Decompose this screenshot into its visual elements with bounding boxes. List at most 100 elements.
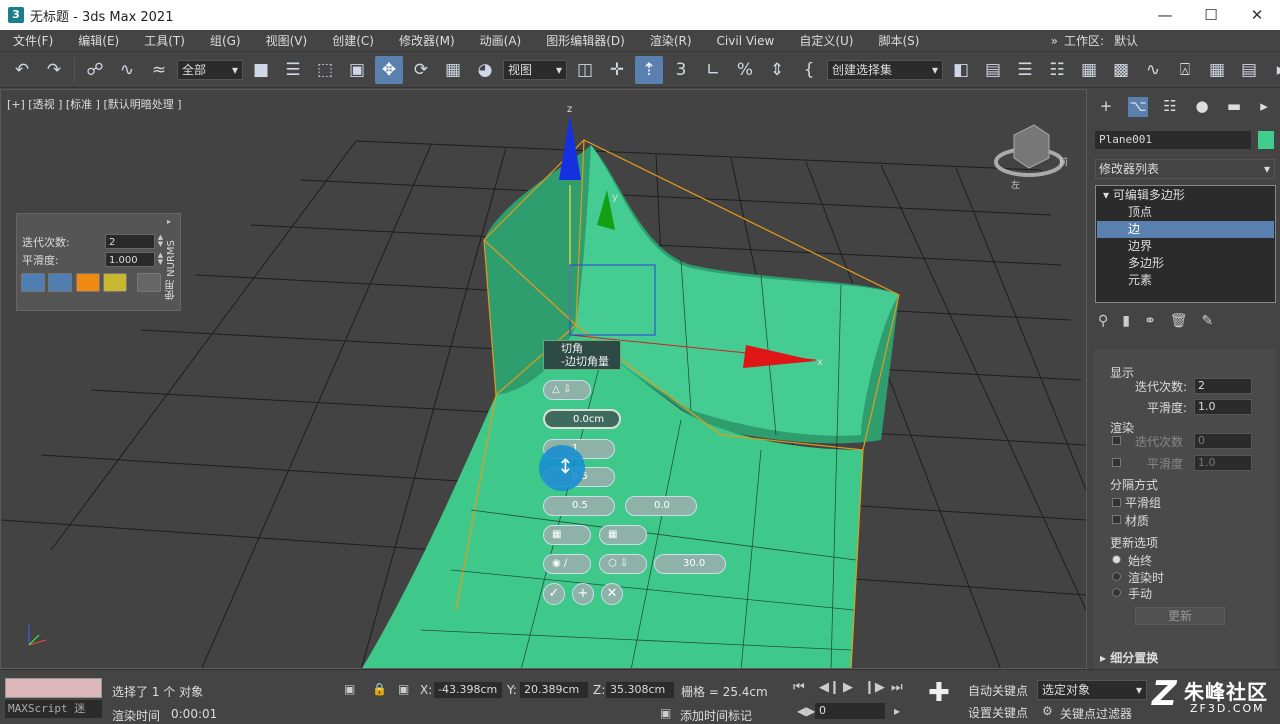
set-key-button[interactable]: 设置关键点 bbox=[968, 704, 1028, 721]
z-axis-cone[interactable] bbox=[559, 115, 581, 180]
render-iterations-checkbox[interactable] bbox=[1112, 436, 1121, 445]
menu-group[interactable]: 组(G) bbox=[197, 32, 253, 49]
edit-named-sets-icon[interactable]: { bbox=[795, 56, 823, 84]
stack-sub-polygon[interactable]: 多边形 bbox=[1097, 255, 1274, 272]
menu-customize[interactable]: 自定义(U) bbox=[786, 32, 865, 49]
nurms-smoothness-field[interactable]: 1.000 bbox=[105, 252, 155, 267]
menu-file[interactable]: 文件(F) bbox=[0, 32, 65, 49]
minimize-button[interactable]: — bbox=[1142, 0, 1188, 30]
menu-rendering[interactable]: 渲染(R) bbox=[637, 32, 704, 49]
panel-settings-icon[interactable] bbox=[137, 273, 161, 292]
rotate-icon[interactable]: ⟳ bbox=[407, 56, 435, 84]
render-iterations-field[interactable]: 0 bbox=[1194, 433, 1252, 449]
absolute-mode-icon[interactable]: ▣ bbox=[398, 682, 409, 696]
scene-canvas[interactable]: z y x 前 左 bbox=[1, 90, 1087, 669]
configure-sets-icon[interactable]: ✎ bbox=[1202, 313, 1214, 333]
chamfer-depth-field[interactable]: 0.5 bbox=[543, 496, 615, 516]
smooth-angle-field[interactable]: 30.0 bbox=[654, 554, 726, 574]
layer-explorer-icon[interactable]: ▦ bbox=[1075, 56, 1103, 84]
lock-icon[interactable]: 🔒 bbox=[372, 682, 387, 696]
key-filter-icon[interactable]: ⚙ bbox=[1042, 704, 1053, 718]
remove-modifier-icon[interactable]: 🗑 bbox=[1170, 313, 1188, 333]
viewcube[interactable]: 前 左 bbox=[994, 124, 1068, 191]
select-manipulate-icon[interactable]: ✛ bbox=[603, 56, 631, 84]
stack-sub-element[interactable]: 元素 bbox=[1097, 272, 1274, 289]
move-icon[interactable]: ✥ bbox=[375, 55, 403, 84]
quad-chamfer-button[interactable]: ▦ bbox=[599, 525, 647, 545]
chamfer-amount-field[interactable]: 0.0cm bbox=[543, 409, 621, 429]
workspace-select[interactable]: 默认 bbox=[1110, 31, 1272, 50]
maximize-button[interactable]: ☐ bbox=[1188, 0, 1234, 30]
named-selection-select[interactable]: 创建选择集 ▾ bbox=[827, 59, 943, 80]
time-tag-icon[interactable]: ▣ bbox=[660, 706, 671, 720]
current-frame-field[interactable]: 0 bbox=[815, 703, 885, 719]
auto-key-button[interactable]: 自动关键点 bbox=[968, 682, 1028, 699]
display-smoothness-field[interactable]: 1.0 bbox=[1194, 399, 1252, 415]
use-nurms-toggle[interactable]: 使用 NURMS bbox=[164, 230, 180, 310]
panel-expand-icon[interactable]: ▸ bbox=[167, 217, 171, 226]
snap-3d-icon[interactable]: 3 bbox=[667, 56, 695, 84]
isolate-icon[interactable]: ▣ bbox=[344, 682, 355, 696]
render-setup-icon[interactable]: ▤ bbox=[1235, 56, 1263, 84]
mirror-icon[interactable]: ◧ bbox=[947, 56, 975, 84]
mitre-type-button[interactable]: ▦ bbox=[543, 525, 591, 545]
coord-y-field[interactable]: 20.389cm bbox=[520, 682, 588, 698]
color-swatch-yellow[interactable] bbox=[103, 273, 127, 292]
keyboard-shortcut-toggle-icon[interactable]: ⇡ bbox=[635, 55, 663, 84]
goto-start-icon[interactable]: ⏮ bbox=[793, 680, 805, 695]
nurms-surface[interactable] bbox=[361, 145, 899, 669]
stack-root-item[interactable]: ▾ 可编辑多边形 bbox=[1097, 187, 1274, 204]
nurms-iterations-field[interactable]: 2 bbox=[105, 234, 155, 249]
menu-graph-editors[interactable]: 图形编辑器(D) bbox=[533, 32, 637, 49]
update-button[interactable]: 更新 bbox=[1135, 607, 1225, 625]
toolbar-more-icon[interactable]: ▸ bbox=[1267, 56, 1280, 84]
key-filters-button[interactable]: 关键点过滤器 bbox=[1060, 705, 1132, 722]
materials-checkbox[interactable] bbox=[1112, 515, 1121, 524]
key-mode-icon[interactable]: ◀▶ bbox=[797, 704, 815, 718]
show-end-result-icon[interactable]: ▮ bbox=[1122, 313, 1130, 333]
select-by-name-icon[interactable]: ☰ bbox=[279, 56, 307, 84]
update-when-rendering-radio[interactable] bbox=[1112, 572, 1121, 581]
menu-create[interactable]: 创建(C) bbox=[319, 32, 386, 49]
select-object-icon[interactable]: ■ bbox=[247, 56, 275, 84]
scene-explorer-icon[interactable]: ☷ bbox=[1043, 56, 1071, 84]
create-tab-icon[interactable]: + bbox=[1096, 97, 1116, 117]
color-swatch-orange[interactable] bbox=[76, 273, 100, 292]
smooth-toggle-button[interactable]: ◉ ∕ bbox=[543, 554, 591, 574]
curve-editor-icon[interactable]: ∿ bbox=[1139, 56, 1167, 84]
apply-continue-icon[interactable]: + bbox=[572, 583, 594, 605]
open-chamfer-button[interactable]: ⬡ ⇩ bbox=[599, 554, 647, 574]
object-color-swatch[interactable] bbox=[1258, 131, 1274, 149]
modifier-list-select[interactable]: 修改器列表 ▾ bbox=[1095, 159, 1275, 179]
viewport-label[interactable]: [+] [透视 ] [标准 ] [默认明暗处理 ] bbox=[7, 96, 182, 112]
scale-icon[interactable]: ▦ bbox=[439, 56, 467, 84]
render-smoothness-field[interactable]: 1.0 bbox=[1194, 455, 1252, 471]
menu-overflow-icon[interactable]: » bbox=[1051, 34, 1058, 48]
percent-snap-icon[interactable]: % bbox=[731, 56, 759, 84]
placement-icon[interactable]: ◕ bbox=[471, 56, 499, 84]
play-icon[interactable]: ▶ bbox=[843, 680, 853, 695]
menu-animation[interactable]: 动画(A) bbox=[467, 32, 534, 49]
utilities-tab-icon[interactable]: ▸ bbox=[1254, 97, 1274, 117]
coord-z-field[interactable]: 35.308cm bbox=[606, 682, 674, 698]
isoline-display-button[interactable] bbox=[21, 273, 45, 292]
caddy-header[interactable]: 切角 -边切角量 bbox=[543, 340, 621, 370]
maxscript-listener[interactable]: MAXScript 迷 bbox=[5, 700, 102, 718]
ribbon-toggle-icon[interactable]: ▩ bbox=[1107, 56, 1135, 84]
ref-coord-select[interactable]: 视图 ▾ bbox=[503, 59, 567, 80]
update-manual-radio[interactable] bbox=[1112, 588, 1121, 597]
object-name-field[interactable]: Plane001 bbox=[1095, 131, 1251, 149]
cancel-x-icon[interactable]: ✕ bbox=[601, 583, 623, 605]
rect-selection-icon[interactable]: ⬚ bbox=[311, 56, 339, 84]
link-icon[interactable]: ☍ bbox=[81, 56, 109, 84]
stack-sub-vertex[interactable]: 顶点 bbox=[1097, 204, 1274, 221]
selection-filter-select[interactable]: 全部 ▾ bbox=[177, 59, 243, 80]
spinner-snap-icon[interactable]: ⇕ bbox=[763, 56, 791, 84]
schematic-view-icon[interactable]: ⍓ bbox=[1171, 56, 1199, 84]
stack-sub-edge[interactable]: 边 bbox=[1097, 221, 1274, 238]
display-iterations-field[interactable]: 2 bbox=[1194, 378, 1252, 394]
modify-tab-icon[interactable]: ⌥ bbox=[1128, 97, 1148, 117]
goto-end-icon[interactable]: ⏭ bbox=[891, 680, 903, 695]
align-icon[interactable]: ▤ bbox=[979, 56, 1007, 84]
coord-x-field[interactable]: -43.398cm bbox=[434, 682, 502, 698]
